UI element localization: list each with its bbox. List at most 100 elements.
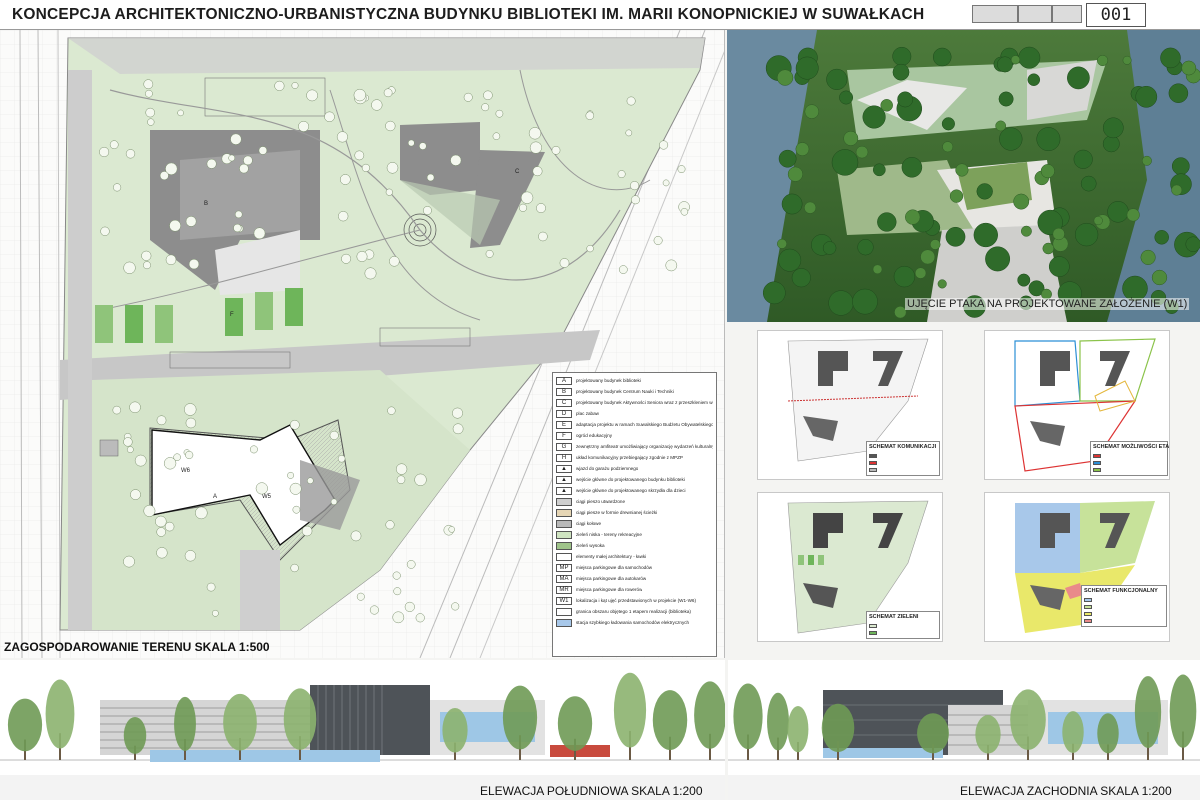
tree-canopy (228, 154, 236, 162)
building-label-w6: W6 (181, 468, 191, 474)
tree-canopy (973, 222, 998, 248)
tree-canopy (392, 611, 405, 624)
tree-crown (1010, 689, 1046, 750)
tree-canopy (586, 244, 594, 253)
tree-canopy (976, 183, 993, 200)
tree-canopy (778, 149, 797, 168)
tree-canopy (143, 504, 156, 517)
tree-canopy (559, 258, 570, 268)
tree-canopy (1168, 83, 1189, 103)
tree-canopy (338, 211, 349, 222)
tree-canopy (125, 149, 136, 159)
tree-canopy (1042, 242, 1055, 255)
south-elevation-drawing (0, 672, 725, 800)
tree-canopy (1080, 175, 1097, 192)
legend-row: granica obszaru objętego 1 etapem realiz… (556, 606, 713, 617)
schema-title: SCHEMAT KOMUNIKACJI (869, 444, 937, 450)
tree-canopy (141, 250, 152, 261)
tree-canopy (762, 281, 786, 305)
legend-row: MR miejsca parkingowe dla rowerów (556, 584, 713, 595)
legend-symbol (556, 530, 572, 539)
tree-canopy (857, 239, 874, 256)
tree-canopy (1073, 149, 1093, 169)
tree-canopy (937, 279, 947, 289)
legend-symbol (556, 552, 572, 561)
tree-canopy (1181, 60, 1197, 76)
tree-canopy (185, 216, 197, 227)
west-elevation-label: ELEWACJA ZACHODNIA SKALA 1:200 (960, 784, 1172, 798)
tree-canopy (389, 256, 400, 267)
tree-canopy (852, 288, 878, 315)
tree-canopy (1107, 201, 1129, 223)
south-elevation (0, 660, 725, 800)
legend-label: projektowany budynek Aktywności Seniora … (576, 400, 713, 405)
code-box (972, 5, 1018, 23)
tree-canopy (350, 530, 362, 542)
tree-crown (557, 696, 593, 751)
tree-canopy (396, 475, 406, 484)
tree-canopy (617, 170, 626, 179)
tree-crown (1062, 711, 1084, 754)
tree-canopy (129, 401, 141, 414)
legend-label: granica obszaru objętego 1 etapem realiz… (576, 609, 691, 614)
legend-row: Gzewnętrzny amfiteatr umożliwiający orga… (556, 441, 713, 452)
tree-canopy (1036, 127, 1061, 152)
tree-canopy (291, 82, 299, 89)
tree-canopy (804, 201, 817, 214)
tree-canopy (826, 68, 848, 90)
aerial-render-image (727, 30, 1200, 322)
tree-canopy (662, 179, 670, 187)
legend-label: zieleń wysoka (576, 543, 605, 548)
tree-canopy (361, 163, 370, 172)
tree-canopy (233, 223, 242, 233)
tree-canopy (1018, 46, 1041, 69)
legend-label: ogród edukacyjny (576, 433, 613, 438)
tree-canopy (206, 582, 216, 592)
schema-phasing-legend: SCHEMAT MOŻLIWOŚCI ETAPOWANIA INWESTYCJI (1090, 441, 1170, 476)
tree-canopy (659, 140, 669, 150)
tree-canopy (249, 445, 258, 454)
tree-canopy (1013, 193, 1030, 210)
tree-crown (502, 685, 538, 750)
tree-canopy (301, 525, 313, 537)
schema-greenery-legend: SCHEMAT ZIELENI (866, 611, 940, 639)
title-bar: KONCEPCJA ARCHITEKTONICZNO-URBANISTYCZNA… (0, 0, 1200, 30)
tree-crown (1097, 713, 1119, 754)
building-label-w5: W5 (262, 494, 272, 500)
tree-canopy (942, 141, 954, 153)
legend-row: stacja szybkiego ładowania samochodów el… (556, 617, 713, 628)
legend-row: zieleń wysoka (556, 540, 713, 551)
tree-canopy (528, 127, 542, 140)
tree-canopy (920, 249, 936, 265)
tree-canopy (872, 264, 883, 275)
schema-title: SCHEMAT MOŻLIWOŚCI ETAPOWANIA INWESTYCJI (1093, 444, 1170, 450)
sheet-title: KONCEPCJA ARCHITEKTONICZNO-URBANISTYCZNA… (12, 6, 925, 23)
legend-row: ▲ wejście główne do projektowanego skrzyd… (556, 485, 713, 496)
tree-crown (787, 706, 809, 753)
tree-canopy (123, 437, 133, 447)
legend-symbol (556, 508, 572, 517)
tree-crown (652, 690, 688, 751)
legend-symbol: MA (556, 574, 572, 583)
legend-row: ▲ wjazd do garażu podziemnego (556, 463, 713, 474)
tree-canopy (822, 241, 837, 255)
building-label-a: A (213, 494, 217, 500)
legend-symbol: W1 (556, 596, 572, 605)
tree-crown (7, 698, 43, 752)
tree-canopy (618, 265, 628, 274)
tree-canopy (872, 163, 886, 177)
tree-canopy (329, 430, 339, 440)
tree-canopy (306, 89, 318, 102)
legend-row: zieleń niska - tereny rekreacyjne (556, 529, 713, 540)
tree-canopy (529, 141, 542, 154)
tree-canopy (828, 290, 854, 316)
tree-canopy (287, 471, 295, 479)
legend-label: wejście główne do projektowanego budynku… (576, 477, 685, 482)
schema-title: SCHEMAT FUNKCJONALNY (1084, 588, 1158, 594)
legend-label: lokalizacja i kąt ujęć przedstawionych w… (576, 598, 696, 603)
tree-canopy (356, 251, 368, 262)
tree-canopy (230, 133, 242, 145)
tree-canopy (392, 571, 401, 580)
tree-crown (767, 692, 789, 751)
tree-canopy (1048, 256, 1070, 277)
